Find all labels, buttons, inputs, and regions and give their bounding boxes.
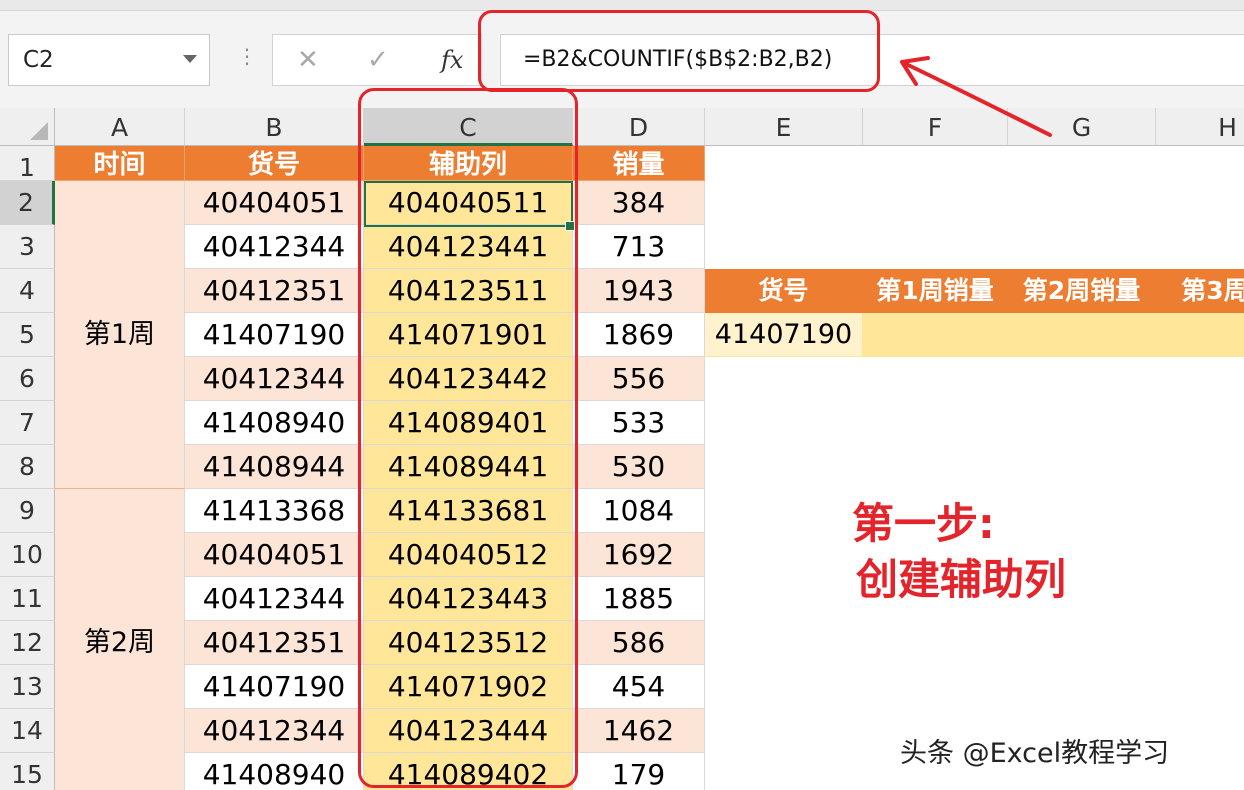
summary-value[interactable]: 41407190	[705, 313, 863, 357]
cell-item[interactable]: 40404051	[185, 181, 364, 225]
row-header-14[interactable]: 14	[0, 709, 55, 753]
summary-header[interactable]: 第1周销量	[863, 269, 1008, 313]
cell-item[interactable]: 40412351	[185, 269, 364, 313]
cell-sales[interactable]: 384	[573, 181, 705, 225]
column-header-h[interactable]: H	[1156, 108, 1244, 146]
cell-sales[interactable]: 179	[573, 753, 705, 790]
row-header-6[interactable]: 6	[0, 357, 55, 401]
row-header-11[interactable]: 11	[0, 577, 55, 621]
cell-item[interactable]: 40412344	[185, 225, 364, 269]
formula-highlight-circle	[478, 10, 880, 92]
column-header-b[interactable]: B	[185, 108, 364, 146]
column-header-a[interactable]: A	[55, 108, 185, 146]
cell-sales[interactable]: 533	[573, 401, 705, 445]
helper-column-highlight-circle	[358, 88, 578, 788]
cell-item[interactable]: 41408940	[185, 753, 364, 790]
column-header-d[interactable]: D	[573, 108, 705, 146]
row-header-1[interactable]: 1	[0, 146, 55, 182]
red-arrow-icon	[900, 56, 1052, 137]
cell-item[interactable]: 41407190	[185, 665, 364, 709]
row-header-12[interactable]: 12	[0, 621, 55, 665]
formula-buttons: ✕ ✓ fx	[272, 34, 482, 86]
cell-item[interactable]: 41408940	[185, 401, 364, 445]
cell-item[interactable]: 40412344	[185, 357, 364, 401]
row-header-7[interactable]: 7	[0, 401, 55, 445]
cell-item[interactable]: 41407190	[185, 313, 364, 357]
name-box[interactable]: C2	[8, 34, 210, 86]
cell-item[interactable]: 41408944	[185, 445, 364, 489]
summary-value[interactable]	[1008, 313, 1156, 357]
week-1-cell[interactable]: 第1周	[55, 181, 185, 489]
cell-item[interactable]: 40412351	[185, 621, 364, 665]
row-header-5[interactable]: 5	[0, 313, 55, 357]
select-all-button[interactable]	[0, 108, 55, 146]
cell-item[interactable]: 40412344	[185, 709, 364, 753]
cell-sales[interactable]: 454	[573, 665, 705, 709]
cell-sales[interactable]: 713	[573, 225, 705, 269]
header-time[interactable]: 时间	[55, 146, 185, 181]
chevron-down-icon[interactable]	[183, 55, 197, 63]
select-all-icon	[30, 122, 48, 140]
row-header-2[interactable]: 2	[0, 181, 55, 225]
enter-icon[interactable]: ✓	[367, 45, 389, 75]
header-sales[interactable]: 销量	[573, 146, 705, 181]
cell-sales[interactable]: 530	[573, 445, 705, 489]
watermark: 头条 @Excel教程学习	[900, 738, 1170, 769]
cell-item[interactable]: 40412344	[185, 577, 364, 621]
summary-value[interactable]	[863, 313, 1008, 357]
step-annotation: 第一步: 创建辅助列	[852, 496, 1066, 608]
row-header-13[interactable]: 13	[0, 665, 55, 709]
step-line2: 创建辅助列	[856, 555, 1067, 604]
name-box-value: C2	[23, 47, 54, 73]
vertical-dots-icon[interactable]: ⋮	[237, 46, 257, 66]
cancel-icon[interactable]: ✕	[297, 45, 319, 75]
row-header-4[interactable]: 4	[0, 269, 55, 313]
cell-sales[interactable]: 1084	[573, 489, 705, 533]
cell-sales[interactable]: 1943	[573, 269, 705, 313]
column-header-e[interactable]: E	[705, 108, 863, 146]
insert-function-icon[interactable]: fx	[441, 46, 463, 74]
worksheet-grid[interactable]: ABCDEFGH 1 2 3 4 5 6 7 8 9 10 11 12 13 14 15 时间 货号 辅助列 销量…	[0, 108, 1244, 790]
cell-sales[interactable]: 1692	[573, 533, 705, 577]
header-item[interactable]: 货号	[185, 146, 364, 181]
row-header-9[interactable]: 9	[0, 489, 55, 533]
summary-value[interactable]	[1156, 313, 1244, 357]
summary-header[interactable]: 第2周销量	[1008, 269, 1156, 313]
cell-sales[interactable]: 586	[573, 621, 705, 665]
row-header-3[interactable]: 3	[0, 225, 55, 269]
row-header-15[interactable]: 15	[0, 753, 55, 790]
cell-sales[interactable]: 1462	[573, 709, 705, 753]
step-line1: 第一步:	[852, 499, 995, 548]
cell-item[interactable]: 41413368	[185, 489, 364, 533]
cell-sales[interactable]: 1885	[573, 577, 705, 621]
summary-header[interactable]: 第3周销	[1156, 269, 1244, 313]
row-header-8[interactable]: 8	[0, 445, 55, 489]
week-2-cell[interactable]: 第2周	[55, 489, 185, 790]
summary-header[interactable]: 货号	[705, 269, 863, 313]
cell-sales[interactable]: 556	[573, 357, 705, 401]
row-header-10[interactable]: 10	[0, 533, 55, 577]
cell-item[interactable]: 40404051	[185, 533, 364, 577]
cell-sales[interactable]: 1869	[573, 313, 705, 357]
